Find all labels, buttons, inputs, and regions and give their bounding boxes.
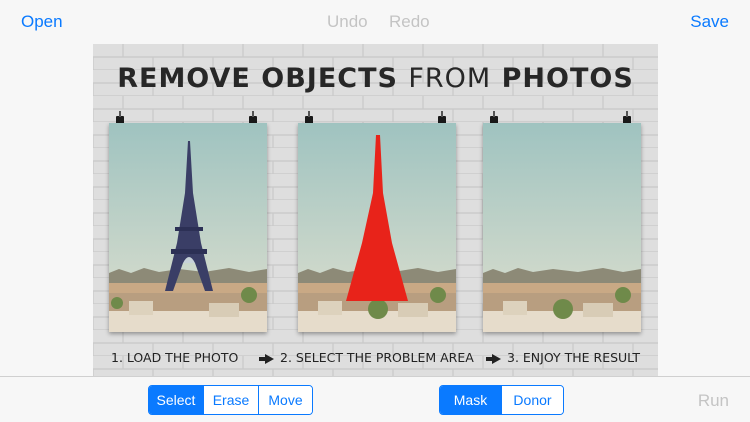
move-tool-button[interactable]: Move [258,386,312,414]
tool-segmented-control: Select Erase Move [148,385,313,415]
donor-view-button[interactable]: Donor [501,386,563,414]
undo-button[interactable]: Undo [327,12,368,32]
open-button[interactable]: Open [21,12,63,32]
mask-view-button[interactable]: Mask [440,386,501,414]
poster-masked [298,123,456,332]
step-2-label: 2. SELECT THE PROBLEM AREA [280,350,474,365]
step-1-label: 1. LOAD THE PHOTO [111,350,239,365]
redo-button[interactable]: Redo [389,12,430,32]
image-canvas[interactable]: REMOVE OBJECTS FROM PHOTOS 1. LOAD THE P… [93,44,658,376]
top-toolbar: Open Undo Redo Save [0,0,750,44]
poster-original [109,123,267,332]
title-part-1: REMOVE OBJECTS [117,63,398,94]
bottom-toolbar: Select Erase Move Mask Donor Run [0,376,750,422]
save-button[interactable]: Save [690,12,729,32]
erase-tool-button[interactable]: Erase [203,386,258,414]
select-tool-button[interactable]: Select [149,386,203,414]
arrow-right-icon [486,354,501,364]
arrow-right-icon [259,354,274,364]
steps-caption: 1. LOAD THE PHOTO 2. SELECT THE PROBLEM … [93,350,658,370]
promo-title: REMOVE OBJECTS FROM PHOTOS [93,63,658,94]
title-part-2: FROM [408,63,492,94]
title-part-3: PHOTOS [501,63,634,94]
step-3-label: 3. ENJOY THE RESULT [507,350,641,365]
view-segmented-control: Mask Donor [439,385,564,415]
poster-result [483,123,641,332]
run-button[interactable]: Run [698,391,729,411]
